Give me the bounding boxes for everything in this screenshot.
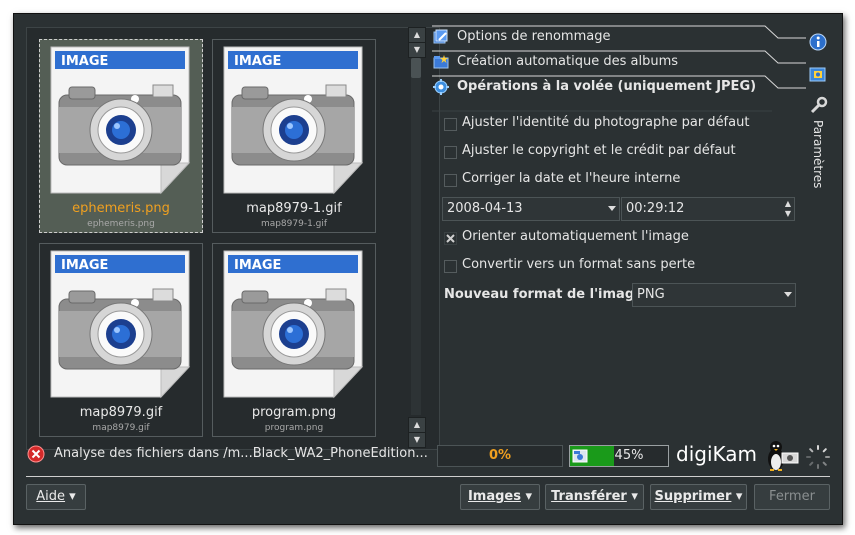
scroll-up-icon[interactable]: ▲ bbox=[408, 417, 426, 433]
digikam-logo-icon bbox=[768, 441, 799, 471]
thumbnail-filename: map8979-1.gif bbox=[246, 201, 342, 216]
progress-text: 0% bbox=[488, 448, 512, 463]
gear-icon bbox=[433, 79, 449, 95]
thumbnail-filename: program.png bbox=[251, 405, 337, 420]
thumbnail-item[interactable]: IMAGE map8979.gif map8979.gif bbox=[39, 243, 203, 437]
thumbnail-image: IMAGE bbox=[49, 45, 191, 195]
settings-tab-label: Paramètres bbox=[811, 120, 825, 189]
delete-button[interactable]: Supprimer ▾ bbox=[650, 484, 747, 510]
digikam-import-window: IMAGE ephemeris.png ephemeris.png IMAGE … bbox=[13, 13, 843, 525]
dropdown-arrow-icon[interactable] bbox=[608, 206, 616, 211]
photographer-checkbox[interactable] bbox=[444, 118, 457, 131]
thumbnail-image: IMAGE bbox=[222, 249, 364, 399]
format-select[interactable]: PNG bbox=[632, 283, 796, 307]
stop-icon bbox=[27, 445, 45, 463]
svg-text:IMAGE: IMAGE bbox=[61, 54, 108, 69]
help-button[interactable]: Aide ▾ bbox=[26, 484, 86, 510]
wrench-icon bbox=[810, 96, 828, 114]
thumbnail-image: IMAGE bbox=[222, 45, 364, 195]
lossless-checkbox[interactable] bbox=[444, 260, 457, 273]
copyright-label[interactable]: Ajuster le copyright et le crédit par dé… bbox=[462, 143, 736, 158]
album-create-icon bbox=[433, 54, 449, 70]
svg-text:IMAGE: IMAGE bbox=[234, 258, 281, 273]
thumbnail-filename: ephemeris.png bbox=[72, 201, 170, 216]
side-tab-camera[interactable] bbox=[806, 60, 830, 90]
side-tab-info[interactable] bbox=[806, 27, 830, 57]
thumbnail-image: IMAGE bbox=[49, 249, 191, 399]
images-button[interactable]: Images ▾ bbox=[460, 484, 540, 510]
image-placeholder-icon: IMAGE bbox=[50, 46, 191, 195]
scroll-handle[interactable] bbox=[411, 58, 421, 78]
download-progress-bar: 45% bbox=[569, 445, 669, 467]
thumbnail-item[interactable]: IMAGE map8979-1.gif map8979-1.gif bbox=[212, 39, 376, 233]
rename-icon bbox=[433, 29, 449, 45]
camera-settings-icon bbox=[809, 67, 826, 82]
status-text: Analyse des fichiers dans /m...Black_WA2… bbox=[54, 446, 428, 461]
thumbnail-subtitle: map8979-1.gif bbox=[260, 219, 328, 229]
spin-arrows-icon[interactable]: ▲ ▼ bbox=[785, 199, 791, 219]
transfer-button[interactable]: Transférer ▾ bbox=[545, 484, 644, 510]
thumbnail-scrollbar[interactable]: ▲ ▼ ▲ ▼ bbox=[408, 27, 426, 448]
thumbnail-filename: map8979.gif bbox=[79, 405, 163, 420]
scroll-track[interactable] bbox=[411, 58, 421, 415]
info-icon bbox=[809, 33, 827, 51]
date-picker[interactable]: 2008-04-13 bbox=[442, 197, 620, 221]
scroll-up-icon[interactable]: ▼ bbox=[408, 42, 426, 58]
busy-spinner-icon bbox=[806, 445, 830, 469]
app-name-label: digiKam bbox=[676, 442, 758, 466]
fix-date-checkbox[interactable] bbox=[444, 174, 457, 187]
thumbnail-subtitle: map8979.gif bbox=[92, 423, 150, 433]
fix-date-label[interactable]: Corriger la date et l'heure interne bbox=[462, 171, 680, 186]
svg-text:IMAGE: IMAGE bbox=[234, 54, 281, 69]
scroll-up-icon[interactable]: ▲ bbox=[408, 27, 426, 43]
thumbnail-item[interactable]: IMAGE program.png program.png bbox=[212, 243, 376, 437]
side-tab-settings[interactable]: Paramètres bbox=[806, 94, 830, 204]
thumbnail-item[interactable]: IMAGE ephemeris.png ephemeris.png bbox=[39, 39, 203, 233]
auto-rotate-checkbox[interactable] bbox=[444, 232, 457, 245]
thumbnail-view[interactable]: IMAGE ephemeris.png ephemeris.png IMAGE … bbox=[26, 27, 440, 450]
separator-line bbox=[26, 476, 830, 477]
dropdown-arrow-icon[interactable] bbox=[784, 292, 792, 297]
thumbnail-subtitle: program.png bbox=[264, 423, 324, 433]
lossless-label[interactable]: Convertir vers un format sans perte bbox=[462, 257, 695, 272]
close-button[interactable]: Fermer bbox=[754, 484, 830, 510]
thumbnail-subtitle: ephemeris.png bbox=[87, 219, 155, 229]
image-placeholder-icon: IMAGE bbox=[223, 250, 364, 399]
image-placeholder-icon: IMAGE bbox=[50, 250, 191, 399]
format-label: Nouveau format de l'image : bbox=[444, 287, 653, 302]
copyright-checkbox[interactable] bbox=[444, 146, 457, 159]
stop-button[interactable] bbox=[27, 445, 45, 463]
check-icon bbox=[446, 234, 455, 243]
analysis-progress-bar: 0% bbox=[437, 445, 563, 467]
photographer-label[interactable]: Ajuster l'identité du photographe par dé… bbox=[462, 115, 749, 130]
time-spinbox[interactable]: 00:29:12 ▲ ▼ bbox=[621, 197, 795, 221]
auto-rotate-label[interactable]: Orienter automatiquement l'image bbox=[462, 229, 689, 244]
progress-text: 45% bbox=[614, 448, 644, 463]
svg-text:IMAGE: IMAGE bbox=[61, 258, 108, 273]
image-placeholder-icon: IMAGE bbox=[223, 46, 364, 195]
